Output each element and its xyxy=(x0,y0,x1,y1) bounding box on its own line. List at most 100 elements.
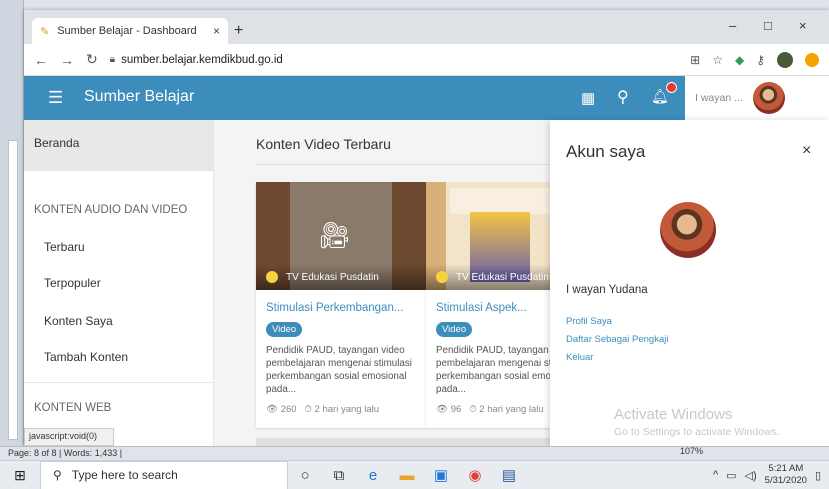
update-icon[interactable] xyxy=(805,52,819,67)
profile-avatar-icon[interactable] xyxy=(777,51,793,68)
reload-icon[interactable]: ↻ xyxy=(86,51,98,68)
cortana-icon[interactable]: ○ xyxy=(288,467,322,484)
search-icon[interactable]: ⚲ xyxy=(617,87,629,107)
posted-time: 2 hari yang lalu xyxy=(479,404,544,415)
user-short-name: I wayan ... xyxy=(695,92,743,104)
sidebar-section-konten-web[interactable]: KONTEN WEB xyxy=(34,402,111,414)
sidebar-item-konten-saya[interactable]: Konten Saya xyxy=(44,314,113,328)
clock-icon: ⏱︎ xyxy=(469,404,477,415)
channel-logo-icon xyxy=(266,271,278,283)
view-count: 260 xyxy=(280,404,297,415)
avatar xyxy=(752,82,785,114)
lock-icon: 🔒︎ xyxy=(109,54,116,65)
taskbar: ⊞ ⚲ Type here to search ○ ⧉ e ▬ ▣ ◉ ▤ ^ … xyxy=(0,460,829,489)
link-daftar-pengkaji[interactable]: Daftar Sebagai Pengkaji xyxy=(566,334,668,345)
tab-close-icon[interactable]: × xyxy=(213,24,220,38)
edge-icon[interactable]: e xyxy=(356,467,390,484)
avatar xyxy=(660,202,716,258)
clock-icon: ⏱︎ xyxy=(304,404,312,415)
app-header: ☰ Sumber Belajar ▦ ⚲ 🔔︎ I wayan ... xyxy=(24,76,829,120)
clock-time: 5:21 AM xyxy=(768,463,804,474)
notification-badge xyxy=(666,82,677,93)
channel-label: TV Edukasi Pusdatin xyxy=(426,264,550,290)
divider xyxy=(256,164,550,165)
browser-window: ✎ Sumber Belajar - Dashboard × + – □ × ←… xyxy=(24,10,829,446)
sidebar-item-terbaru[interactable]: Terbaru xyxy=(44,240,85,254)
brand-title[interactable]: Sumber Belajar xyxy=(84,88,194,106)
word-window-top xyxy=(24,0,829,10)
word-icon[interactable]: ▤ xyxy=(492,466,526,484)
user-menu[interactable]: I wayan ... xyxy=(685,76,829,120)
taskbar-search[interactable]: ⚲ Type here to search xyxy=(40,460,288,489)
key-icon[interactable]: ⚷ xyxy=(756,53,765,67)
minimize-button[interactable]: – xyxy=(729,18,736,33)
chrome-icon[interactable]: ◉ xyxy=(458,466,492,484)
word-ruler xyxy=(8,140,18,440)
panel-title: Akun saya xyxy=(566,142,646,161)
card-title[interactable]: Stimulasi Aspek... xyxy=(436,302,527,314)
menu-icon[interactable]: ☰ xyxy=(48,88,63,108)
card-meta: 👁︎ 96 ⏱︎ 2 hari yang lalu xyxy=(436,404,544,415)
sidebar-item-beranda[interactable]: Beranda xyxy=(24,120,214,170)
sidebar: Beranda KONTEN AUDIO DAN VIDEO Terbaru T… xyxy=(24,120,214,446)
activate-windows-subtext: Go to Settings to activate Windows. xyxy=(614,426,780,438)
notification-center-icon[interactable]: ▯ xyxy=(815,469,821,482)
search-placeholder: Type here to search xyxy=(71,468,178,482)
posted-time: 2 hari yang lalu xyxy=(314,404,379,415)
extension-icon[interactable]: ◆ xyxy=(735,53,744,67)
windows-icon[interactable]: ⊞ xyxy=(0,467,40,484)
link-status-text: javascript:void(0) xyxy=(24,428,114,446)
sidebar-section-audio-video: KONTEN AUDIO DAN VIDEO xyxy=(34,204,188,216)
video-card[interactable]: 🎥︎ TV Edukasi Pusdatin Stimulasi Perkemb… xyxy=(256,182,426,428)
divider xyxy=(24,170,214,171)
back-icon[interactable]: ← xyxy=(34,52,48,68)
sidebar-item-terpopuler[interactable]: Terpopuler xyxy=(44,276,101,290)
eye-icon: 👁︎ xyxy=(266,404,279,415)
sidebar-item-tambah-konten[interactable]: Tambah Konten xyxy=(44,350,128,364)
channel-logo-icon xyxy=(436,271,448,283)
channel-name: TV Edukasi Pusdatin xyxy=(456,271,549,283)
tab-title: Sumber Belajar - Dashboard xyxy=(57,25,197,37)
close-icon[interactable]: × xyxy=(802,142,811,160)
video-thumbnail[interactable]: TV Edukasi Pusdatin xyxy=(426,182,550,290)
volume-icon[interactable]: ◁) xyxy=(745,469,757,482)
translate-icon[interactable]: ⊞ xyxy=(690,53,700,67)
url-text: sumber.belajar.kemdikbud.go.id xyxy=(121,53,283,66)
video-thumbnail[interactable]: 🎥︎ TV Edukasi Pusdatin xyxy=(256,182,426,290)
forward-icon[interactable]: → xyxy=(60,52,74,68)
maximize-button[interactable]: □ xyxy=(764,18,772,33)
network-icon[interactable]: ▭ xyxy=(726,469,736,482)
channel-label: TV Edukasi Pusdatin xyxy=(256,264,426,290)
card-title[interactable]: Stimulasi Perkembangan... xyxy=(266,302,403,314)
bookmark-star-icon[interactable]: ☆ xyxy=(712,53,723,67)
eye-icon: 👁︎ xyxy=(436,404,449,415)
browser-toolbar: ← → ↻ 🔒︎ sumber.belajar.kemdikbud.go.id … xyxy=(24,44,829,76)
address-bar[interactable]: 🔒︎ sumber.belajar.kemdikbud.go.id xyxy=(110,48,678,72)
divider xyxy=(24,382,214,383)
activate-windows-watermark: Activate Windows xyxy=(614,406,733,423)
folder-icon[interactable]: ▬ xyxy=(390,467,424,484)
store-icon[interactable]: ▣ xyxy=(424,466,458,484)
zoom-level: 107% xyxy=(680,446,704,456)
video-card-partial[interactable] xyxy=(426,438,550,446)
card-description: Pendidik PAUD, tayangan video pembelajar… xyxy=(436,345,550,395)
link-keluar[interactable]: Keluar xyxy=(566,352,593,363)
clock-date: 5/31/2020 xyxy=(764,475,807,486)
card-meta: 👁︎ 260 ⏱︎ 2 hari yang lalu xyxy=(266,404,379,415)
tab-sumber-belajar[interactable]: ✎ Sumber Belajar - Dashboard × xyxy=(32,18,228,44)
clock[interactable]: 5:21 AM 5/31/2020 xyxy=(765,463,807,487)
task-view-icon[interactable]: ⧉ xyxy=(322,467,356,484)
search-icon: ⚲ xyxy=(53,468,62,482)
new-tab-button[interactable]: + xyxy=(234,22,243,40)
card-description: Pendidik PAUD, tayangan video pembelajar… xyxy=(266,345,412,395)
link-profil-saya[interactable]: Profil Saya xyxy=(566,316,612,327)
word-status-bar: Page: 8 of 8 | Words: 1,433 | xyxy=(0,446,829,460)
channel-name: TV Edukasi Pusdatin xyxy=(286,271,379,283)
page-title: Konten Video Terbaru xyxy=(256,136,391,152)
video-card-partial[interactable] xyxy=(256,438,426,446)
close-window-button[interactable]: × xyxy=(799,18,807,33)
grid-icon[interactable]: ▦ xyxy=(581,89,595,107)
tray-chevron-icon[interactable]: ^ xyxy=(713,469,718,481)
video-card[interactable]: TV Edukasi Pusdatin Stimulasi Aspek... V… xyxy=(426,182,550,428)
video-badge: Video xyxy=(266,322,303,337)
